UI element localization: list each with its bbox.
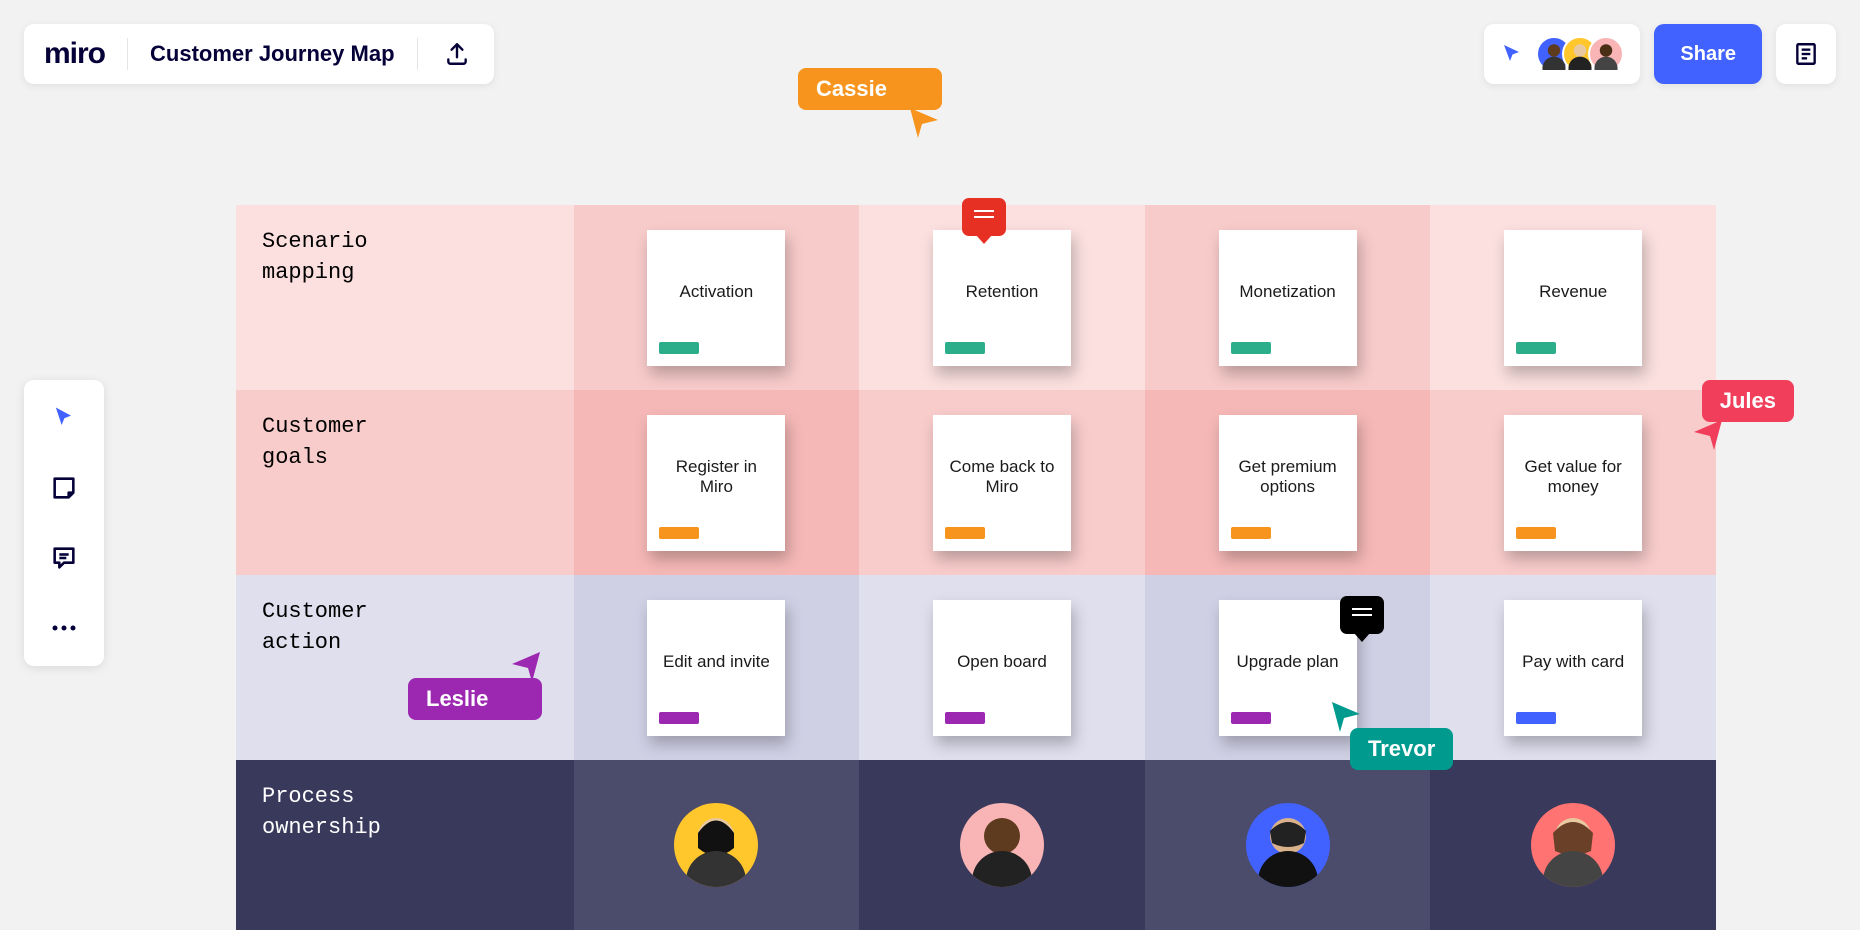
collaborators-pill: [1484, 24, 1640, 84]
sticky-card[interactable]: Open board: [933, 600, 1071, 736]
journey-grid[interactable]: Scenario mapping Activation Retention Mo…: [236, 205, 1716, 930]
comment-pin[interactable]: [962, 198, 1006, 236]
cursor-pointer-icon: [908, 106, 942, 140]
tool-more[interactable]: [44, 608, 84, 648]
tool-sticky-note[interactable]: [44, 468, 84, 508]
card-text: Open board: [957, 652, 1047, 672]
grid-cell[interactable]: Activation: [574, 205, 860, 390]
card-text: Pay with card: [1522, 652, 1624, 672]
upload-icon: [444, 41, 470, 67]
cursor-tool-icon[interactable]: [1500, 42, 1524, 66]
grid-cell[interactable]: Revenue: [1430, 205, 1716, 390]
grid-cell[interactable]: Edit and invite: [574, 575, 860, 760]
avatar-stack[interactable]: [1536, 36, 1624, 72]
sticky-card[interactable]: Revenue: [1504, 230, 1642, 366]
card-tag: [945, 712, 985, 724]
grid-cell[interactable]: Pay with card: [1430, 575, 1716, 760]
card-tag: [1516, 342, 1556, 354]
avatar[interactable]: [1588, 36, 1624, 72]
sticky-card[interactable]: Get premium options: [1219, 415, 1357, 551]
share-button[interactable]: Share: [1654, 24, 1762, 84]
collaborator-cursor-jules: Jules: [1690, 380, 1794, 452]
tool-select[interactable]: [44, 398, 84, 438]
sticky-card[interactable]: Register in Miro: [647, 415, 785, 551]
board-title[interactable]: Customer Journey Map: [150, 41, 395, 67]
sticky-card[interactable]: Retention: [933, 230, 1071, 366]
cursor-label: Jules: [1702, 380, 1794, 422]
collaborator-cursor-trevor: Trevor: [1320, 700, 1453, 770]
card-tag: [659, 712, 699, 724]
card-tag: [945, 527, 985, 539]
cursor-label: Leslie: [408, 678, 542, 720]
card-text: Retention: [966, 282, 1039, 302]
sticky-card[interactable]: Come back to Miro: [933, 415, 1071, 551]
card-text: Get value for money: [1516, 457, 1630, 497]
owner-avatar[interactable]: [1246, 803, 1330, 887]
notes-icon: [1793, 41, 1819, 67]
share-label: Share: [1680, 43, 1736, 66]
comment-pin[interactable]: [1340, 596, 1384, 634]
card-text: Come back to Miro: [945, 457, 1059, 497]
collaborator-cursor-cassie: Cassie: [798, 68, 942, 140]
sticky-note-icon: [50, 474, 78, 502]
export-button[interactable]: [440, 37, 474, 71]
header-right: Share: [1484, 24, 1836, 84]
card-tag: [1231, 712, 1271, 724]
card-text: Upgrade plan: [1237, 652, 1339, 672]
owner-avatar[interactable]: [1531, 803, 1615, 887]
row-label[interactable]: Scenario mapping: [236, 205, 574, 390]
sticky-card[interactable]: Activation: [647, 230, 785, 366]
row-label[interactable]: Process ownership: [236, 760, 574, 930]
owner-avatar[interactable]: [960, 803, 1044, 887]
logo-text: miro: [44, 37, 105, 71]
cursor-label: Cassie: [798, 68, 942, 110]
row-goals: Customer goals Register in Miro Come bac…: [236, 390, 1716, 575]
row-ownership: Process ownership: [236, 760, 1716, 930]
comment-icon: [50, 544, 78, 572]
sticky-card[interactable]: Edit and invite: [647, 600, 785, 736]
card-tag: [1516, 527, 1556, 539]
header-left: miro Customer Journey Map: [24, 24, 494, 84]
divider: [417, 38, 418, 70]
grid-cell[interactable]: [574, 760, 860, 930]
more-icon: [50, 623, 78, 633]
toolbar: [24, 380, 104, 666]
grid-cell[interactable]: [1145, 760, 1431, 930]
tool-comment[interactable]: [44, 538, 84, 578]
card-text: Monetization: [1239, 282, 1335, 302]
cursor-icon: [50, 404, 78, 432]
card-text: Edit and invite: [663, 652, 770, 672]
grid-cell[interactable]: Get value for money: [1430, 390, 1716, 575]
grid-cell[interactable]: Monetization: [1145, 205, 1431, 390]
sticky-card[interactable]: Get value for money: [1504, 415, 1642, 551]
miro-logo[interactable]: miro: [44, 37, 105, 71]
activity-panel-button[interactable]: [1776, 24, 1836, 84]
grid-cell[interactable]: Come back to Miro: [859, 390, 1145, 575]
grid-cell[interactable]: Register in Miro: [574, 390, 860, 575]
card-tag: [659, 342, 699, 354]
cursor-pointer-icon: [1690, 418, 1724, 452]
card-tag: [1231, 527, 1271, 539]
comment-icon: [974, 216, 994, 219]
collaborator-cursor-leslie: Leslie: [408, 650, 542, 720]
grid-cell[interactable]: [859, 760, 1145, 930]
cursor-label: Trevor: [1350, 728, 1453, 770]
card-text: Activation: [680, 282, 754, 302]
grid-cell[interactable]: Get premium options: [1145, 390, 1431, 575]
sticky-card[interactable]: Monetization: [1219, 230, 1357, 366]
owner-avatar[interactable]: [674, 803, 758, 887]
card-tag: [659, 527, 699, 539]
comment-icon: [1352, 614, 1372, 617]
grid-cell[interactable]: [1430, 760, 1716, 930]
divider: [127, 38, 128, 70]
card-tag: [945, 342, 985, 354]
card-text: Get premium options: [1231, 457, 1345, 497]
card-text: Register in Miro: [659, 457, 773, 497]
card-tag: [1231, 342, 1271, 354]
sticky-card[interactable]: Pay with card: [1504, 600, 1642, 736]
card-tag: [1516, 712, 1556, 724]
card-text: Revenue: [1539, 282, 1607, 302]
row-label[interactable]: Customer goals: [236, 390, 574, 575]
grid-cell[interactable]: Open board: [859, 575, 1145, 760]
